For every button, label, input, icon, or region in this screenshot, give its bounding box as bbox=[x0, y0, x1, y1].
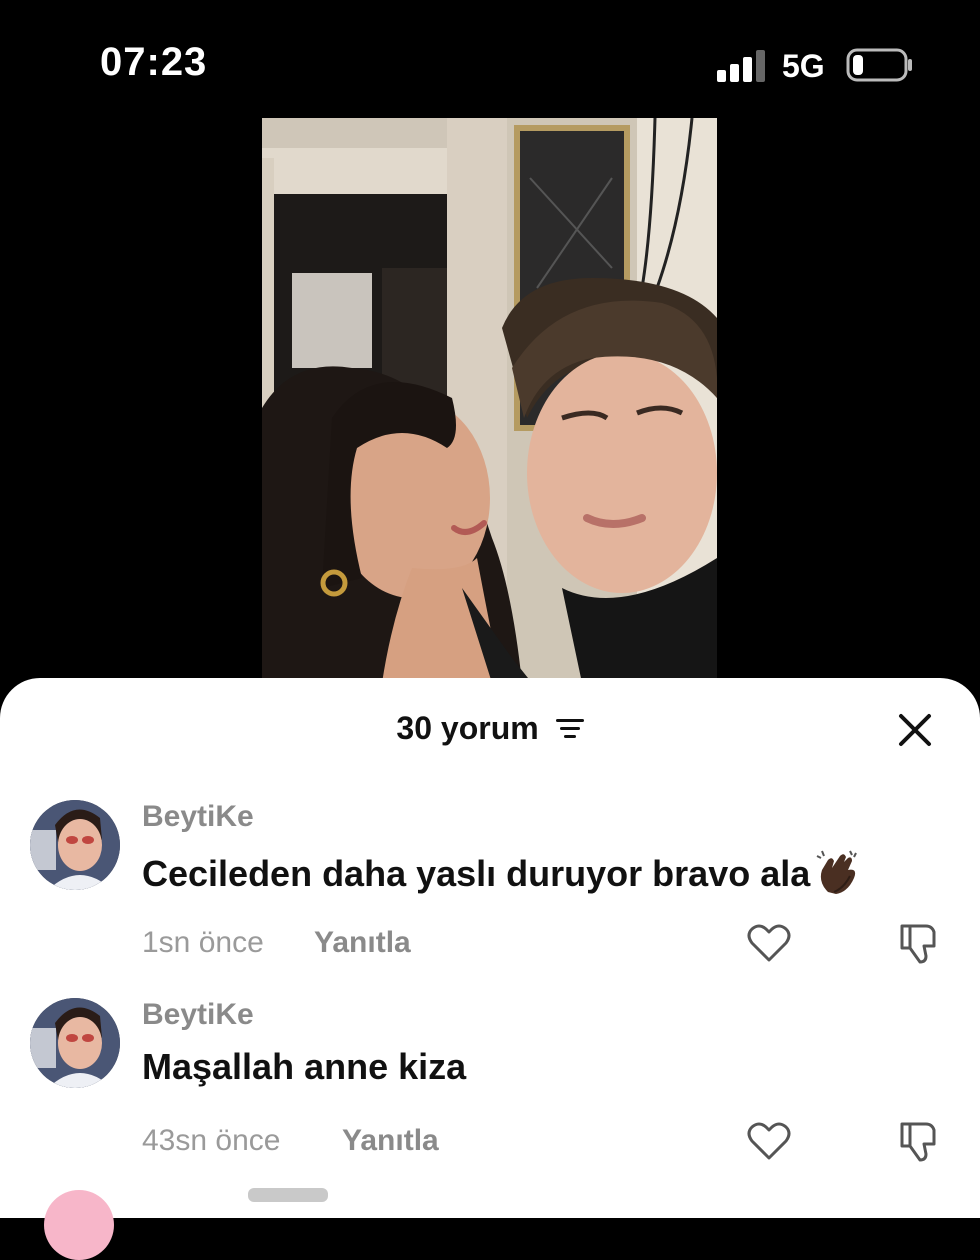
comment-username[interactable]: BeytiKe bbox=[142, 998, 254, 1032]
video-player[interactable] bbox=[262, 118, 717, 683]
reply-button[interactable]: Yanıtla bbox=[314, 926, 411, 960]
avatar[interactable] bbox=[44, 1190, 114, 1260]
comments-header[interactable]: 30 yorum bbox=[0, 710, 980, 747]
comment-text: Cecileden daha yaslı duruyor bravo ala bbox=[142, 848, 862, 896]
close-icon[interactable] bbox=[893, 708, 937, 752]
status-bar: 07:23 5G bbox=[0, 0, 980, 118]
heart-icon[interactable] bbox=[746, 1120, 792, 1162]
avatar[interactable] bbox=[30, 998, 120, 1088]
comment-text-content: Cecileden daha yaslı duruyor bravo ala bbox=[142, 853, 811, 894]
comment-item: BeytiKe Cecileden daha yaslı duruyor bra… bbox=[0, 800, 980, 990]
sort-icon[interactable] bbox=[555, 717, 584, 739]
dislike-icon[interactable] bbox=[896, 920, 942, 966]
network-type: 5G bbox=[782, 48, 825, 84]
comment-text: Maşallah anne kiza bbox=[142, 1046, 467, 1087]
comment-time: 1sn önce bbox=[142, 926, 264, 959]
status-time: 07:23 bbox=[100, 40, 208, 84]
battery-icon bbox=[846, 48, 912, 82]
avatar[interactable] bbox=[30, 800, 120, 890]
comments-count: 30 yorum bbox=[396, 710, 539, 746]
reply-button[interactable]: Yanıtla bbox=[342, 1124, 439, 1158]
signal-icon bbox=[717, 50, 765, 82]
dislike-icon[interactable] bbox=[896, 1118, 942, 1164]
clapping-hands-icon bbox=[816, 850, 858, 894]
comment-username[interactable]: BeytiKe bbox=[142, 800, 254, 834]
comment-time: 43sn önce bbox=[142, 1124, 281, 1157]
comment-item: BeytiKe Maşallah anne kiza 43sn önce Yan… bbox=[0, 998, 980, 1188]
video-frame-image bbox=[262, 118, 717, 683]
heart-icon[interactable] bbox=[746, 922, 792, 964]
